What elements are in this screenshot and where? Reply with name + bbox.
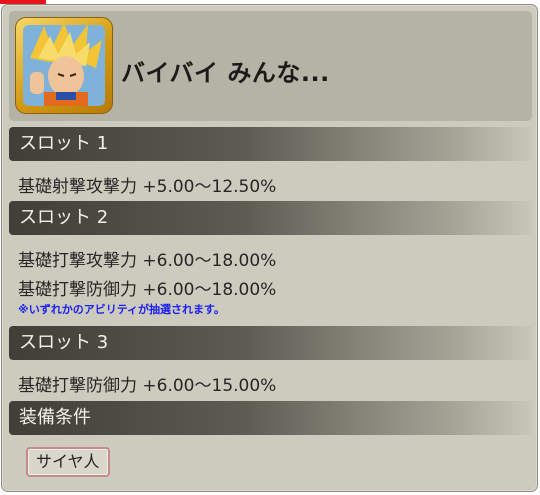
item-title: バイバイ みんな... <box>121 59 330 87</box>
slot-1-header: スロット 1 <box>9 127 532 161</box>
slot-3-header: スロット 3 <box>9 326 532 360</box>
slot-2-header: スロット 2 <box>9 201 532 235</box>
character-art <box>23 22 105 106</box>
race-requirement-tag: サイヤ人 <box>26 447 110 477</box>
slot-2-ability-1: 基礎打撃攻撃力 +6.00〜18.00% <box>18 251 277 271</box>
requirements-header: 装備条件 <box>9 401 532 435</box>
character-portrait-icon <box>15 17 113 114</box>
slot-3-ability: 基礎打撃防御力 +6.00〜15.00% <box>18 376 277 396</box>
slot-2-ability-2: 基礎打撃防御力 +6.00〜18.00% <box>18 280 277 300</box>
item-detail-panel: バイバイ みんな... スロット 1 基礎射撃攻撃力 +5.00〜12.50% … <box>1 4 538 492</box>
slot-1-ability: 基礎射撃攻撃力 +5.00〜12.50% <box>18 177 277 197</box>
slot-2-lottery-note: ※いずれかのアビリティが抽選されます。 <box>18 303 225 316</box>
item-header: バイバイ みんな... <box>9 11 532 121</box>
